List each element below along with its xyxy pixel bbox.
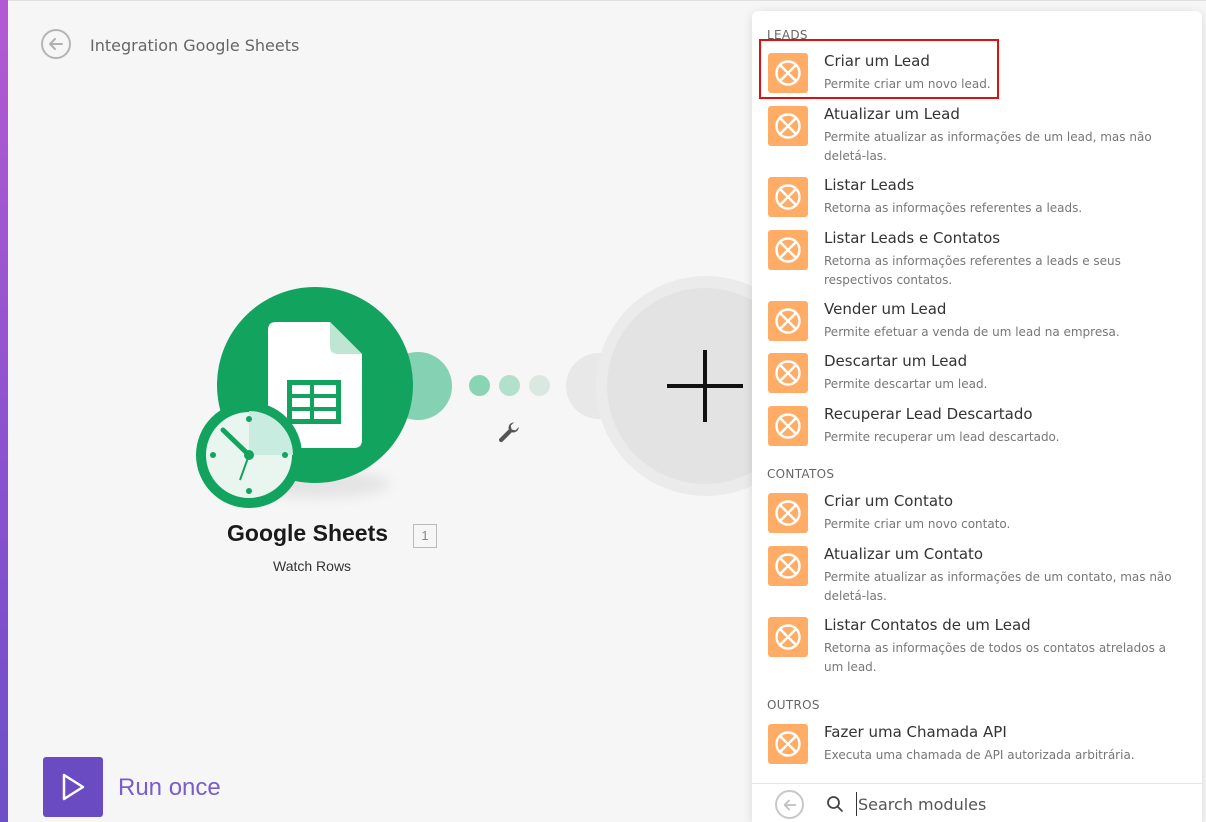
module-item-chamada-api[interactable]: Fazer uma Chamada API Executa uma chamad… [752,723,1202,768]
connection-dot [529,375,550,396]
app-logo-icon [768,406,808,446]
app-logo-icon [768,724,808,764]
plus-icon [667,350,743,422]
module-item-criar-lead[interactable]: Criar um Lead Permite criar um novo lead… [752,52,1202,97]
module-item-desc: Permite descartar um lead. [824,377,988,391]
module-item-desc: Retorna as informações referentes a lead… [824,201,1083,215]
wrench-icon[interactable] [496,420,522,446]
module-item-vender-lead[interactable]: Vender um Lead Permite efetuar a venda d… [752,300,1202,345]
module-item-atualizar-contato[interactable]: Atualizar um Contato Permite atualizar a… [752,545,1202,608]
module-item-desc: Permite atualizar as informações de um c… [824,570,1172,603]
module-item-desc: Permite efetuar a venda de um lead na em… [824,325,1120,339]
module-item-title: Listar Contatos de um Lead [824,616,1031,634]
clock-trigger-icon[interactable] [196,402,302,508]
module-item-title: Vender um Lead [824,300,947,318]
app-logo-icon [768,177,808,217]
panel-footer [752,783,1202,822]
module-item-title: Recuperar Lead Descartado [824,405,1033,423]
module-item-listar-leads-contatos[interactable]: Listar Leads e Contatos Retorna as infor… [752,229,1202,292]
module-picker-panel: LEADS Criar um Lead Permite criar um nov… [752,11,1202,822]
arrow-left-circle-icon [49,38,63,50]
arrow-left-icon [783,799,796,810]
top-divider [8,0,1206,1]
module-item-desc: Permite recuperar um lead descartado. [824,430,1060,444]
module-list: LEADS Criar um Lead Permite criar um nov… [752,11,1202,783]
app-logo-icon [768,353,808,393]
run-once-label[interactable]: Run once [118,774,221,802]
module-item-criar-contato[interactable]: Criar um Contato Permite criar um novo c… [752,492,1202,537]
module-item-title: Atualizar um Lead [824,105,960,123]
module-item-title: Listar Leads e Contatos [824,229,1001,247]
module-item-atualizar-lead[interactable]: Atualizar um Lead Permite atualizar as i… [752,105,1202,168]
module-item-desc: Permite atualizar as informações de um l… [824,130,1152,163]
search-modules-input[interactable] [856,792,1188,816]
run-once-button[interactable] [43,757,103,817]
connection-dot [499,375,520,396]
module-item-desc: Retorna as informações referentes a lead… [824,254,1121,287]
scenario-title: Integration Google Sheets [90,36,300,55]
module-item-listar-contatos-lead[interactable]: Listar Contatos de um Lead Retorna as in… [752,616,1202,679]
left-accent-strip [0,0,8,822]
module-item-title: Descartar um Lead [824,352,968,370]
module-operation: Watch Rows [273,558,352,574]
module-item-title: Criar um Contato [824,492,954,510]
module-item-desc: Retorna as informações de todos os conta… [824,641,1166,674]
module-item-title: Fazer uma Chamada API [824,723,1007,741]
app-logo-icon [768,617,808,657]
module-title[interactable]: Google Sheets [227,520,388,547]
section-label-outros: OUTROS [767,698,820,712]
play-icon [62,773,85,801]
panel-back-button[interactable] [775,790,804,819]
app-logo-icon [768,106,808,146]
connection-dot [469,375,490,396]
module-item-desc: Executa uma chamada de API autorizada ar… [824,748,1135,762]
module-id-badge: 1 [413,524,437,548]
module-item-recuperar-lead[interactable]: Recuperar Lead Descartado Permite recupe… [752,405,1202,450]
module-item-title: Listar Leads [824,176,915,194]
module-item-desc: Permite criar um novo lead. [824,77,991,91]
app-logo-icon [768,493,808,533]
back-button[interactable] [41,29,71,59]
module-item-title: Atualizar um Contato [824,545,984,563]
search-icon [827,796,843,812]
app-logo-icon [768,546,808,586]
app-logo-icon [768,53,808,93]
module-item-listar-leads[interactable]: Listar Leads Retorna as informações refe… [752,176,1202,221]
module-item-descartar-lead[interactable]: Descartar um Lead Permite descartar um l… [752,352,1202,397]
app-logo-icon [768,301,808,341]
module-item-title: Criar um Lead [824,52,930,70]
section-label-contatos: CONTATOS [767,467,835,481]
module-item-desc: Permite criar um novo contato. [824,517,1011,531]
app-logo-icon [768,230,808,270]
